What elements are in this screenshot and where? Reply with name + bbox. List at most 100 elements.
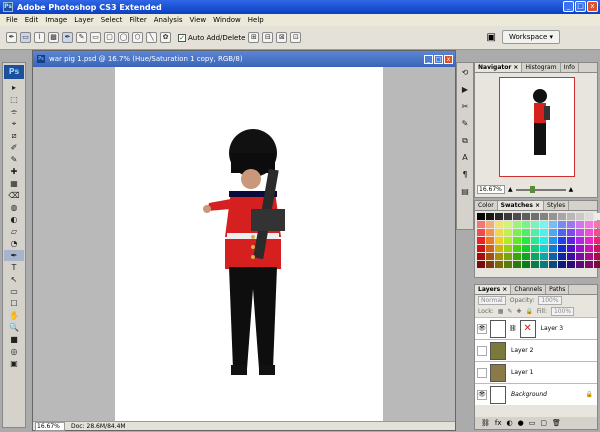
swatch[interactable] bbox=[558, 237, 566, 244]
swatch[interactable] bbox=[513, 221, 521, 228]
history-palette-icon[interactable]: ⟲ bbox=[458, 67, 472, 78]
swatch[interactable] bbox=[486, 245, 494, 252]
eye-icon[interactable]: 👁 bbox=[477, 323, 487, 334]
swatch[interactable] bbox=[594, 229, 600, 236]
pen-tool-icon[interactable]: ✒ bbox=[4, 250, 24, 261]
exclude-path-icon[interactable]: ⊡ bbox=[290, 32, 302, 43]
type-tool-icon[interactable]: T bbox=[4, 262, 24, 273]
swatch[interactable] bbox=[576, 213, 584, 220]
blur-tool-icon[interactable]: ◔ bbox=[4, 238, 24, 249]
slice-tool-icon[interactable]: ✐ bbox=[4, 142, 24, 153]
swatch[interactable] bbox=[513, 253, 521, 260]
canvas[interactable] bbox=[115, 67, 383, 423]
swatch[interactable] bbox=[567, 221, 575, 228]
swatch[interactable] bbox=[495, 213, 503, 220]
swatch[interactable] bbox=[540, 229, 548, 236]
new-group-icon[interactable]: ▭ bbox=[529, 419, 536, 427]
path-selection-icon[interactable]: ↖ bbox=[4, 274, 24, 285]
menu-file[interactable]: File bbox=[6, 16, 18, 24]
maximize-button[interactable]: □ bbox=[575, 1, 586, 12]
canvas-area[interactable] bbox=[33, 67, 455, 423]
gradient-tool-icon[interactable]: ◍ bbox=[4, 202, 24, 213]
lock-image-icon[interactable]: ✎ bbox=[507, 308, 512, 315]
magic-wand-tool-icon[interactable]: ⌖ bbox=[4, 118, 24, 129]
lock-position-icon[interactable]: ✚ bbox=[516, 308, 521, 315]
zoom-out-icon[interactable]: ▲ bbox=[508, 186, 513, 193]
swatch[interactable] bbox=[576, 229, 584, 236]
swatch[interactable] bbox=[540, 253, 548, 260]
pen-icon[interactable]: ✒ bbox=[62, 32, 73, 43]
swatch[interactable] bbox=[594, 261, 600, 268]
swatch[interactable] bbox=[522, 213, 530, 220]
pen-tool-preset-icon[interactable]: ✒ bbox=[6, 32, 17, 43]
paths-icon[interactable]: ⌇ bbox=[34, 32, 45, 43]
lock-all-icon[interactable]: 🔒 bbox=[525, 308, 532, 315]
layer-row-layer-2[interactable]: Layer 2 bbox=[475, 339, 597, 361]
swatch[interactable] bbox=[549, 229, 557, 236]
swatch[interactable] bbox=[486, 253, 494, 260]
swatch[interactable] bbox=[477, 245, 485, 252]
swatch[interactable] bbox=[495, 253, 503, 260]
zoom-level[interactable]: 16.67% bbox=[35, 421, 65, 431]
lasso-tool-icon[interactable]: ⌯ bbox=[4, 106, 24, 117]
swatch[interactable] bbox=[504, 261, 512, 268]
navigator-zoom-value[interactable]: 16.67% bbox=[477, 185, 505, 194]
swatch[interactable] bbox=[585, 261, 593, 268]
swatch[interactable] bbox=[558, 221, 566, 228]
swatch[interactable] bbox=[504, 221, 512, 228]
healing-tool-icon[interactable]: ✚ bbox=[4, 166, 24, 177]
tool-presets-icon[interactable]: ✂ bbox=[458, 101, 472, 112]
marquee-tool-icon[interactable]: ⬚ bbox=[4, 94, 24, 105]
swatch[interactable] bbox=[486, 229, 494, 236]
quick-mask-icon[interactable]: ◎ bbox=[4, 346, 24, 357]
swatch[interactable] bbox=[567, 213, 575, 220]
close-button[interactable]: x bbox=[587, 1, 598, 12]
swatch[interactable] bbox=[513, 229, 521, 236]
adjustment-layer-icon[interactable]: ● bbox=[518, 419, 524, 427]
layer-name[interactable]: Layer 2 bbox=[511, 347, 533, 354]
swatch[interactable] bbox=[495, 261, 503, 268]
layer-name[interactable]: Background bbox=[511, 391, 547, 398]
tab-info[interactable]: Info bbox=[561, 63, 579, 72]
eye-icon[interactable] bbox=[477, 367, 487, 378]
swatch[interactable] bbox=[585, 221, 593, 228]
menu-filter[interactable]: Filter bbox=[129, 16, 146, 24]
swatch[interactable] bbox=[522, 245, 530, 252]
swatch[interactable] bbox=[549, 221, 557, 228]
doc-maximize-button[interactable]: □ bbox=[434, 54, 443, 64]
swatch[interactable] bbox=[540, 213, 548, 220]
add-mask-icon[interactable]: ◐ bbox=[507, 419, 513, 427]
layer-row-layer-1[interactable]: Layer 1 bbox=[475, 361, 597, 383]
swatch[interactable] bbox=[495, 221, 503, 228]
swatch[interactable] bbox=[522, 237, 530, 244]
swatch[interactable] bbox=[522, 261, 530, 268]
custom-shape-icon[interactable]: ✿ bbox=[160, 32, 171, 43]
swatch[interactable] bbox=[558, 229, 566, 236]
swatch[interactable] bbox=[513, 245, 521, 252]
eye-icon[interactable]: 👁 bbox=[477, 389, 487, 400]
freeform-pen-icon[interactable]: ✎ bbox=[76, 32, 87, 43]
swatch[interactable] bbox=[504, 229, 512, 236]
swatch[interactable] bbox=[585, 253, 593, 260]
menu-view[interactable]: View bbox=[190, 16, 207, 24]
link-layers-icon[interactable]: ⛓ bbox=[481, 419, 490, 427]
tab-paths[interactable]: Paths bbox=[546, 285, 570, 294]
swatch[interactable] bbox=[594, 245, 600, 252]
swatch[interactable] bbox=[495, 245, 503, 252]
swatch[interactable] bbox=[477, 213, 485, 220]
swatch[interactable] bbox=[540, 221, 548, 228]
swatch[interactable] bbox=[585, 245, 593, 252]
rectangle-icon[interactable]: ▭ bbox=[90, 32, 101, 43]
palette-well-icon[interactable]: ▣ bbox=[487, 32, 496, 43]
swatch[interactable] bbox=[531, 221, 539, 228]
fill-pixels-icon[interactable]: ▩ bbox=[48, 32, 59, 43]
stamp-tool-icon[interactable]: ▦ bbox=[4, 178, 24, 189]
ellipse-icon[interactable]: ◯ bbox=[118, 32, 129, 43]
swatch[interactable] bbox=[585, 237, 593, 244]
lock-transparent-icon[interactable]: ▦ bbox=[498, 308, 504, 315]
color-swatch-icon[interactable]: ■ bbox=[4, 334, 24, 345]
shape-tool-icon[interactable]: ▭ bbox=[4, 286, 24, 297]
minimize-button[interactable]: _ bbox=[563, 1, 574, 12]
tab-swatches[interactable]: Swatches × bbox=[497, 201, 545, 210]
shape-layers-icon[interactable]: ▭ bbox=[20, 32, 31, 43]
